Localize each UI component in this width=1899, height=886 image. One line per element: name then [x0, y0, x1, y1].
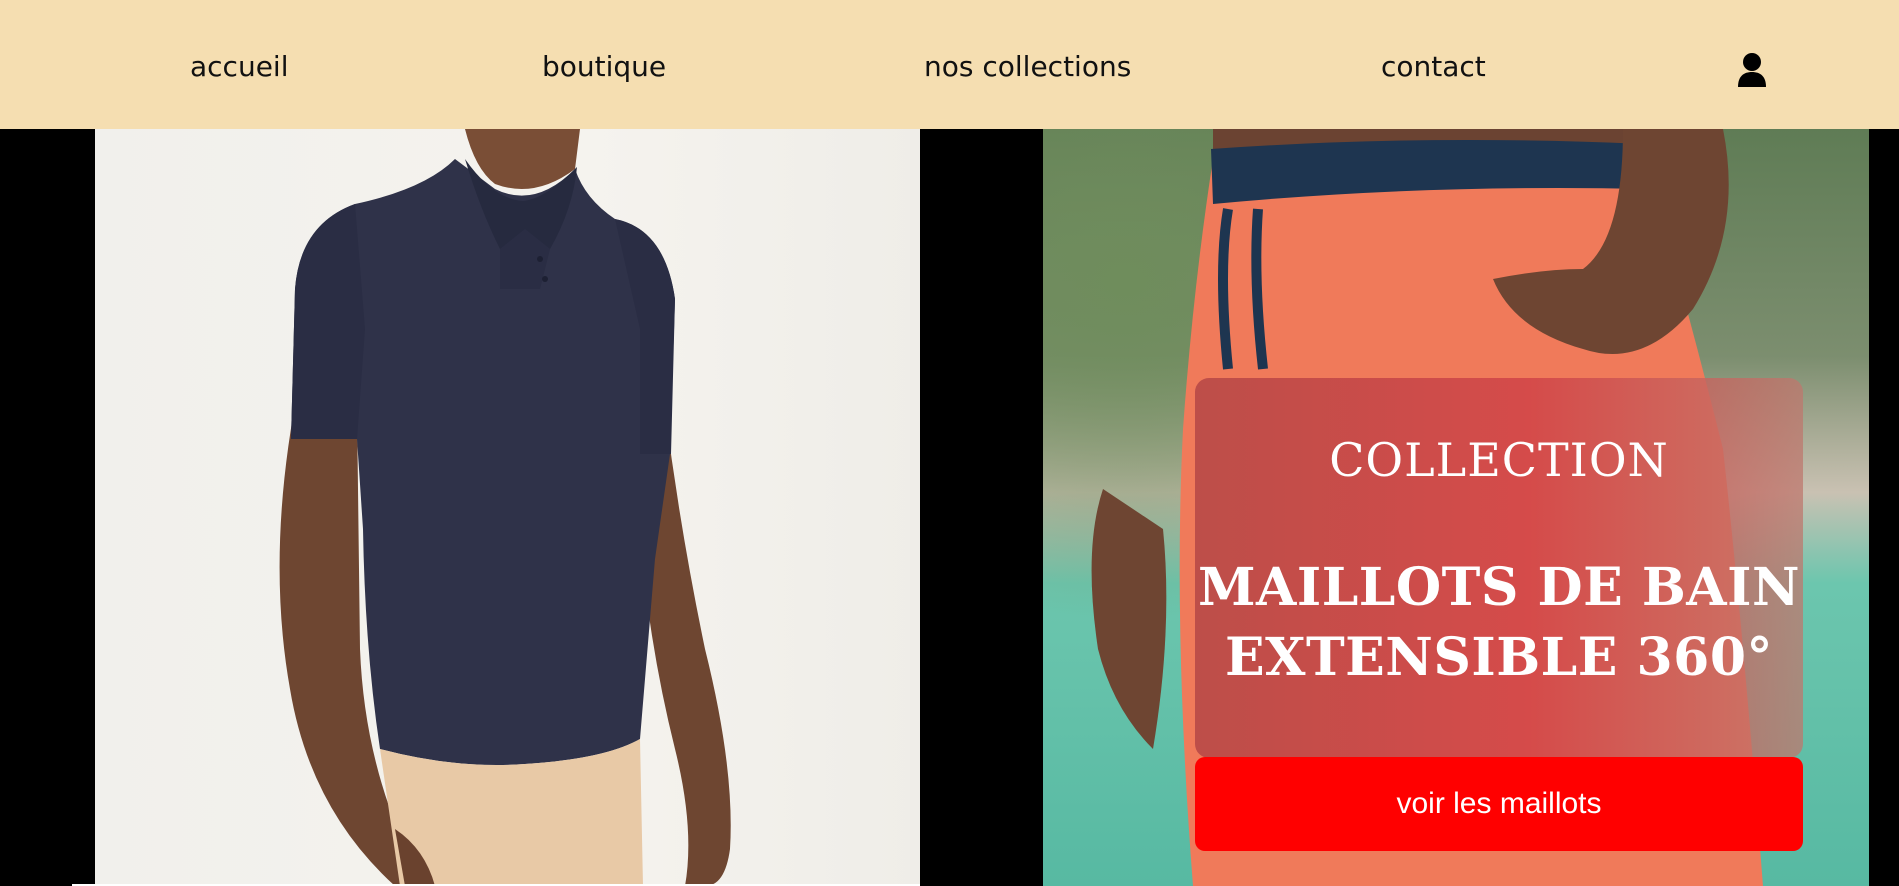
- voir-les-maillots-button[interactable]: voir les maillots: [1195, 757, 1803, 851]
- promo-title-line-2: EXTENSIBLE 360°: [1224, 627, 1773, 688]
- polo-shirt-photo: [95, 129, 920, 886]
- promo-title-line-1: MAILLOTS DE BAIN: [1198, 557, 1800, 618]
- user-icon[interactable]: [1737, 52, 1767, 88]
- nav-link-nos-collections[interactable]: nos collections: [924, 50, 1131, 84]
- promo-eyebrow: COLLECTION: [1329, 433, 1669, 487]
- nav-link-boutique[interactable]: boutique: [542, 50, 666, 84]
- nav-link-accueil[interactable]: accueil: [190, 50, 288, 84]
- top-navbar: accueil boutique nos collections contact: [0, 0, 1899, 129]
- nav-link-contact[interactable]: contact: [1381, 50, 1486, 84]
- swim-shorts-photo: COLLECTION MAILLOTS DE BAIN EXTENSIBLE 3…: [1043, 129, 1869, 886]
- promo-card: COLLECTION MAILLOTS DE BAIN EXTENSIBLE 3…: [1195, 378, 1803, 758]
- hero-section: COLLECTION MAILLOTS DE BAIN EXTENSIBLE 3…: [0, 129, 1899, 886]
- promo-title: MAILLOTS DE BAIN EXTENSIBLE 360°: [1195, 553, 1803, 693]
